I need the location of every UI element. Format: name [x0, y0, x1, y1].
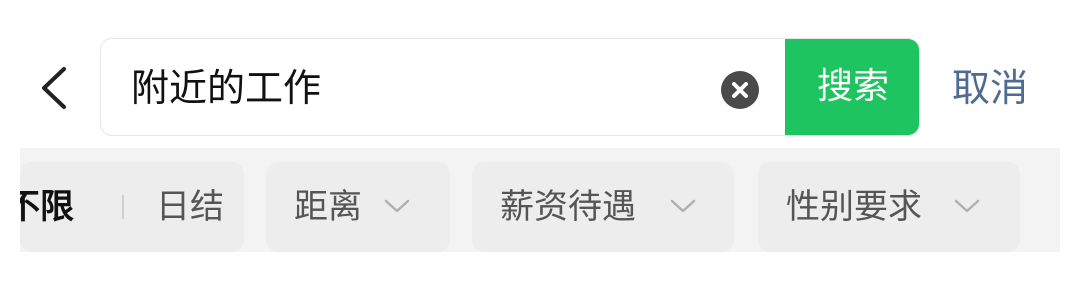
chevron-down-icon	[954, 199, 980, 213]
back-button[interactable]	[30, 63, 80, 113]
chevron-down-icon	[384, 199, 410, 213]
content-area	[20, 252, 1060, 282]
search-header: 搜索 取消	[0, 0, 1080, 148]
divider	[122, 195, 124, 219]
filter-distance[interactable]: 距离	[266, 162, 450, 252]
search-box: 搜索	[100, 38, 920, 136]
filter-gender-label: 性别要求	[786, 187, 922, 227]
filter-bar-right-edge	[1060, 148, 1080, 282]
search-input[interactable]	[131, 63, 711, 113]
filter-time-option-daily[interactable]: 日结	[156, 162, 224, 252]
search-button[interactable]: 搜索	[785, 39, 919, 135]
filter-bar-left-edge	[0, 148, 20, 282]
chevron-down-icon	[670, 199, 696, 213]
cancel-button[interactable]: 取消	[952, 62, 1028, 114]
chevron-left-icon	[42, 67, 66, 109]
clear-button[interactable]	[721, 71, 759, 109]
clear-icon	[732, 82, 748, 98]
search-page: 搜索 取消 不限 日结 距离 薪资待遇 性别要求	[0, 0, 1080, 282]
filter-gender[interactable]: 性别要求	[758, 162, 1020, 252]
filter-salary[interactable]: 薪资待遇	[472, 162, 734, 252]
filter-salary-label: 薪资待遇	[500, 187, 636, 227]
filter-distance-label: 距离	[294, 187, 362, 227]
filter-work-time[interactable]: 不限 日结	[6, 162, 244, 252]
